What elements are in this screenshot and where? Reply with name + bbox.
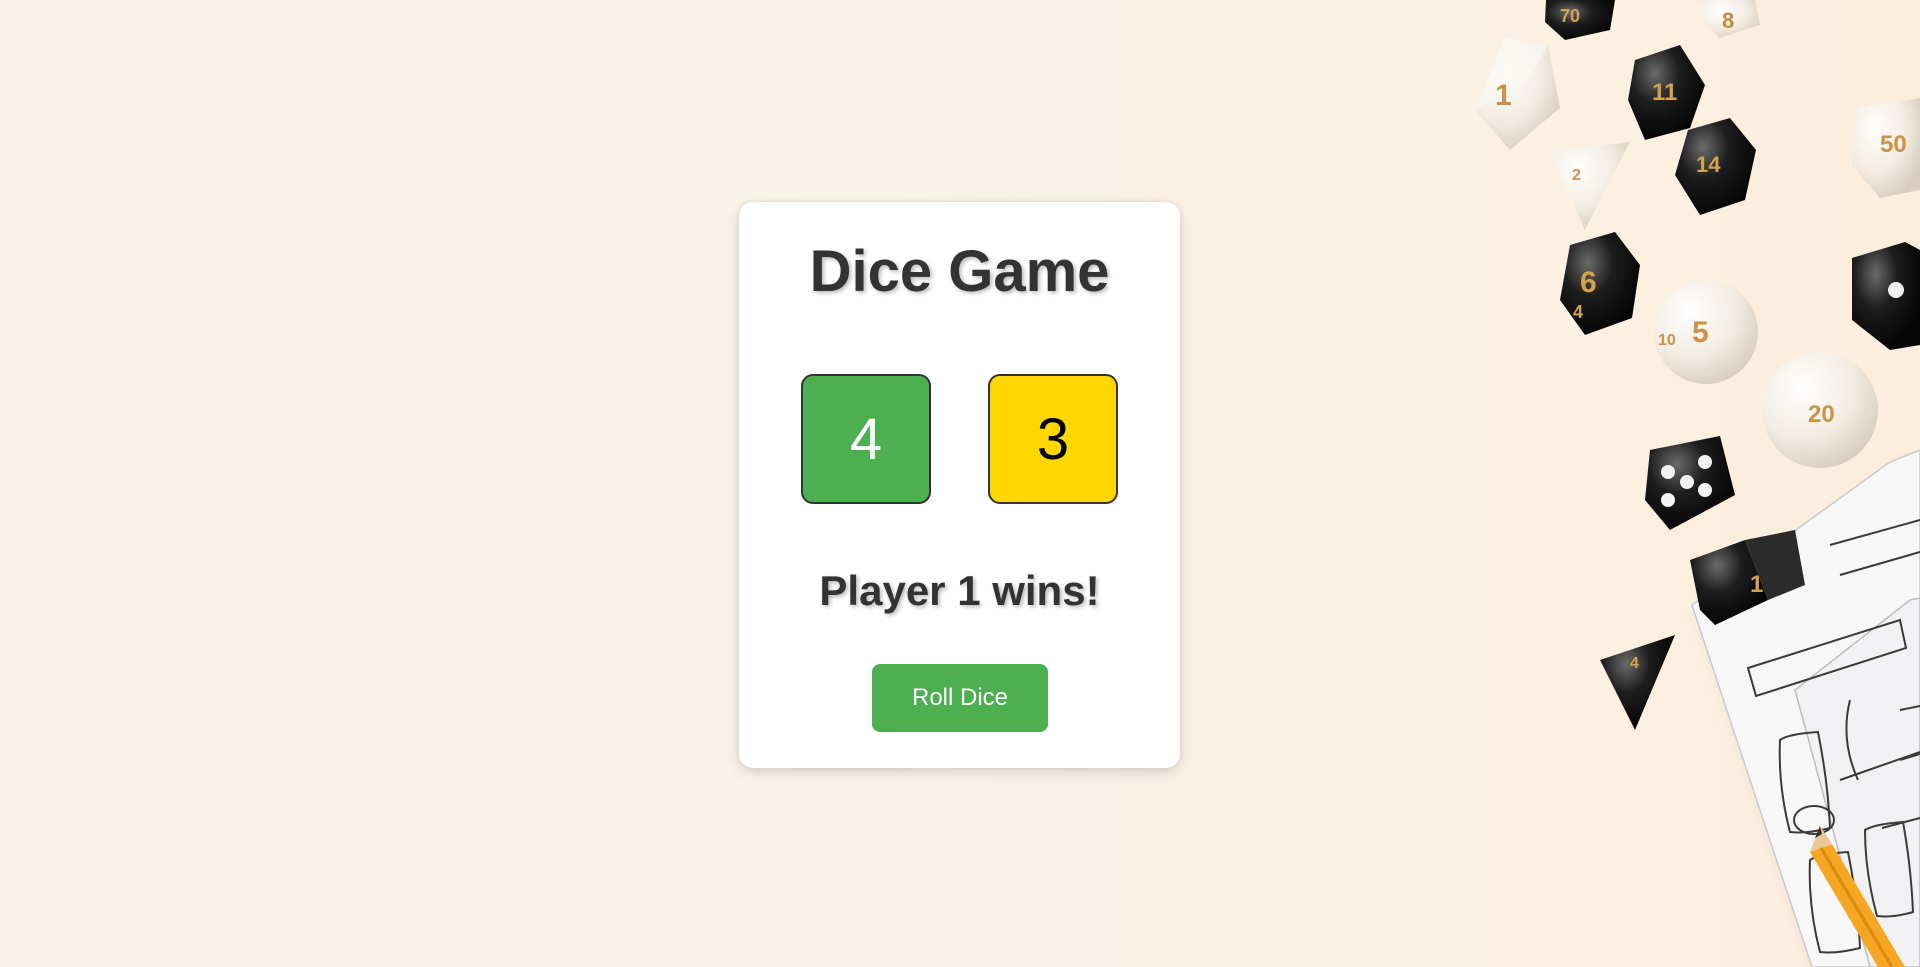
svg-text:4: 4: [1630, 655, 1639, 672]
svg-text:11: 11: [1652, 79, 1677, 106]
svg-text:14: 14: [1696, 152, 1721, 177]
dice-decor-background: 70 8 1 11 14 2 50 6 4 5 10 20 1 4: [1400, 0, 1920, 967]
svg-text:20: 20: [1808, 401, 1835, 428]
svg-text:6: 6: [1580, 266, 1597, 299]
player2-die: 3: [988, 374, 1118, 504]
character-sheet-icon: [1691, 449, 1920, 967]
svg-text:1: 1: [1495, 79, 1512, 112]
player2-die-value: 3: [1036, 406, 1070, 472]
svg-text:2: 2: [1572, 167, 1581, 184]
player1-die-value: 4: [849, 406, 883, 472]
result-message: Player 1 wins!: [819, 567, 1100, 614]
dice-row: 4 3: [739, 374, 1180, 504]
svg-text:70: 70: [1560, 6, 1580, 26]
svg-text:1: 1: [1750, 571, 1763, 598]
svg-text:50: 50: [1880, 131, 1907, 158]
svg-text:8: 8: [1722, 8, 1734, 33]
dice-game-card: Dice Game 4 3 Player 1 wins! Roll Dice: [739, 202, 1180, 768]
svg-text:4: 4: [1573, 302, 1583, 322]
svg-text:5: 5: [1692, 316, 1709, 349]
page-title: Dice Game: [809, 239, 1110, 304]
roll-dice-button[interactable]: Roll Dice: [872, 664, 1048, 732]
player1-die: 4: [801, 374, 931, 504]
svg-text:10: 10: [1658, 332, 1676, 349]
